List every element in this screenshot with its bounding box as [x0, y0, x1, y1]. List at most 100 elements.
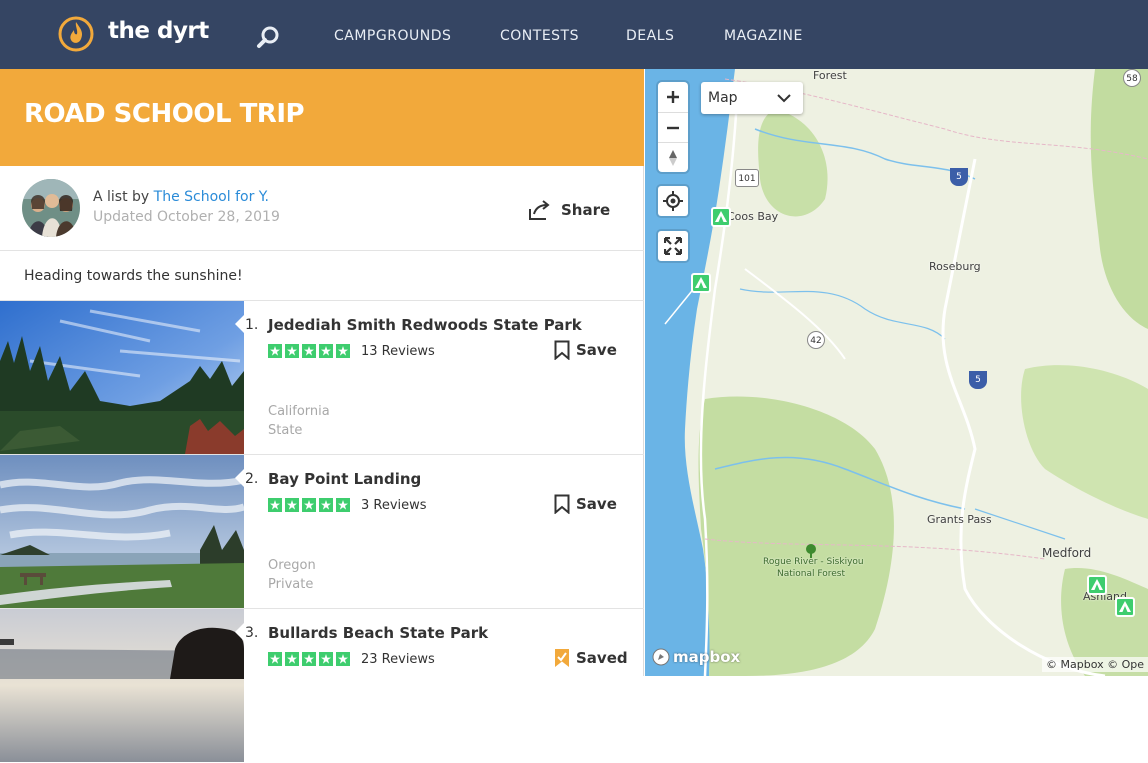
campground-state: California — [268, 404, 330, 419]
rating-stars — [268, 344, 350, 358]
campground-name[interactable]: Bullards Beach State Park — [268, 624, 488, 642]
author-row: A list by The School for Y. Updated Octo… — [0, 166, 644, 251]
map-label-grants-pass: Grants Pass — [927, 513, 992, 526]
zoom-in-button[interactable] — [658, 82, 688, 112]
star-icon — [319, 498, 333, 512]
top-navigation-bar: the dyrt CAMPGROUNDS CONTESTS DEALS MAGA… — [0, 0, 1148, 69]
plus-icon — [667, 91, 679, 103]
list-title: ROAD SCHOOL TRIP — [24, 99, 305, 129]
item-notch — [235, 315, 244, 333]
campground-photo[interactable] — [0, 301, 244, 454]
map-label-roseburg: Roseburg — [929, 260, 981, 273]
locate-icon — [663, 191, 683, 211]
tent-icon — [715, 211, 727, 222]
campground-item[interactable]: 2. Bay Point Landing 3 Reviews Save Oreg… — [0, 455, 644, 609]
bookmark-icon — [554, 340, 570, 361]
route58-shield: 58 — [1123, 69, 1141, 87]
nav-campgrounds[interactable]: CAMPGROUNDS — [334, 28, 451, 44]
campground-name[interactable]: Jedediah Smith Redwoods State Park — [268, 316, 582, 334]
map-view[interactable]: Map Forest Coos Bay Roseburg Grants Pass… — [645, 69, 1148, 676]
zoom-out-button[interactable] — [658, 112, 688, 142]
list-panel: ROAD SCHOOL TRIP A list by The School fo… — [0, 69, 644, 762]
rating-stars — [268, 498, 350, 512]
saved-button[interactable]: Saved — [554, 648, 628, 670]
minus-icon — [667, 126, 679, 129]
author-link[interactable]: The School for Y. — [154, 189, 269, 205]
map-attribution[interactable]: © Mapbox © Ope — [1042, 657, 1148, 672]
campground-item[interactable]: 1. Jedediah Smith Redwoods State Park 13… — [0, 301, 644, 455]
list-banner: ROAD SCHOOL TRIP — [0, 69, 644, 166]
campground-type: State — [268, 423, 303, 438]
star-icon — [336, 344, 350, 358]
star-icon — [268, 344, 282, 358]
star-icon — [285, 498, 299, 512]
mapbox-icon — [652, 648, 670, 666]
star-icon — [285, 344, 299, 358]
geolocate-button[interactable] — [658, 186, 688, 216]
item-number: 3. — [245, 625, 259, 641]
campground-name[interactable]: Bay Point Landing — [268, 470, 421, 488]
campground-photo[interactable] — [0, 609, 244, 762]
map-canvas[interactable] — [645, 69, 1148, 676]
forest-tree-icon — [805, 543, 817, 562]
nav-contests[interactable]: CONTESTS — [500, 28, 579, 44]
tent-icon — [1119, 601, 1131, 612]
saved-label: Saved — [576, 649, 628, 667]
campground-pin[interactable] — [691, 273, 711, 293]
compass-button[interactable] — [658, 142, 688, 172]
chevron-down-icon — [777, 94, 791, 103]
star-icon — [319, 344, 333, 358]
campground-type: Private — [268, 577, 314, 592]
zoom-controls — [658, 82, 688, 172]
review-count[interactable]: 13 Reviews — [361, 344, 435, 359]
star-icon — [285, 652, 299, 666]
mapbox-label: mapbox — [673, 648, 741, 666]
tent-icon — [1091, 579, 1103, 590]
search-icon[interactable] — [256, 24, 282, 50]
bookmark-icon — [554, 494, 570, 515]
map-label-forest: Forest — [813, 69, 847, 82]
star-icon — [319, 652, 333, 666]
updated-date: Updated October 28, 2019 — [93, 209, 280, 225]
or42-shield: 42 — [807, 331, 825, 349]
share-button[interactable]: Share — [528, 199, 611, 223]
campground-state: Oregon — [268, 558, 316, 573]
star-icon — [268, 498, 282, 512]
map-type-label: Map — [708, 90, 738, 106]
i5-shield: 5 — [969, 371, 987, 389]
item-notch — [235, 623, 244, 641]
campground-pin[interactable] — [1115, 597, 1135, 617]
star-icon — [302, 498, 316, 512]
map-type-select[interactable]: Map — [701, 82, 803, 114]
save-button[interactable]: Save — [554, 340, 624, 362]
star-icon — [268, 652, 282, 666]
rating-stars — [268, 652, 350, 666]
campground-pin[interactable] — [711, 207, 731, 227]
campground-photo[interactable] — [0, 455, 244, 608]
fullscreen-button[interactable] — [658, 231, 688, 261]
dyrt-logo-icon[interactable] — [58, 14, 94, 52]
author-prefix: A list by — [93, 189, 150, 205]
nav-deals[interactable]: DEALS — [626, 28, 674, 44]
nav-magazine[interactable]: MAGAZINE — [724, 28, 803, 44]
mapbox-logo[interactable]: mapbox — [652, 647, 740, 667]
star-icon — [302, 344, 316, 358]
item-notch — [235, 469, 244, 487]
share-label: Share — [561, 201, 611, 219]
share-icon — [529, 200, 550, 220]
save-button[interactable]: Save — [554, 494, 624, 516]
save-label: Save — [576, 495, 617, 513]
tent-icon — [695, 277, 707, 288]
avatar[interactable] — [22, 179, 80, 237]
campground-pin[interactable] — [1087, 575, 1107, 595]
item-number: 1. — [245, 317, 259, 333]
review-count[interactable]: 3 Reviews — [361, 498, 427, 513]
campground-item[interactable]: 3. Bullards Beach State Park 23 Reviews … — [0, 609, 644, 763]
star-icon — [336, 652, 350, 666]
map-label-medford: Medford — [1042, 546, 1092, 560]
brand-name[interactable]: the dyrt — [108, 18, 209, 44]
map-label-national-forest: National Forest — [777, 569, 845, 579]
star-icon — [302, 652, 316, 666]
item-number: 2. — [245, 471, 259, 487]
review-count[interactable]: 23 Reviews — [361, 652, 435, 667]
